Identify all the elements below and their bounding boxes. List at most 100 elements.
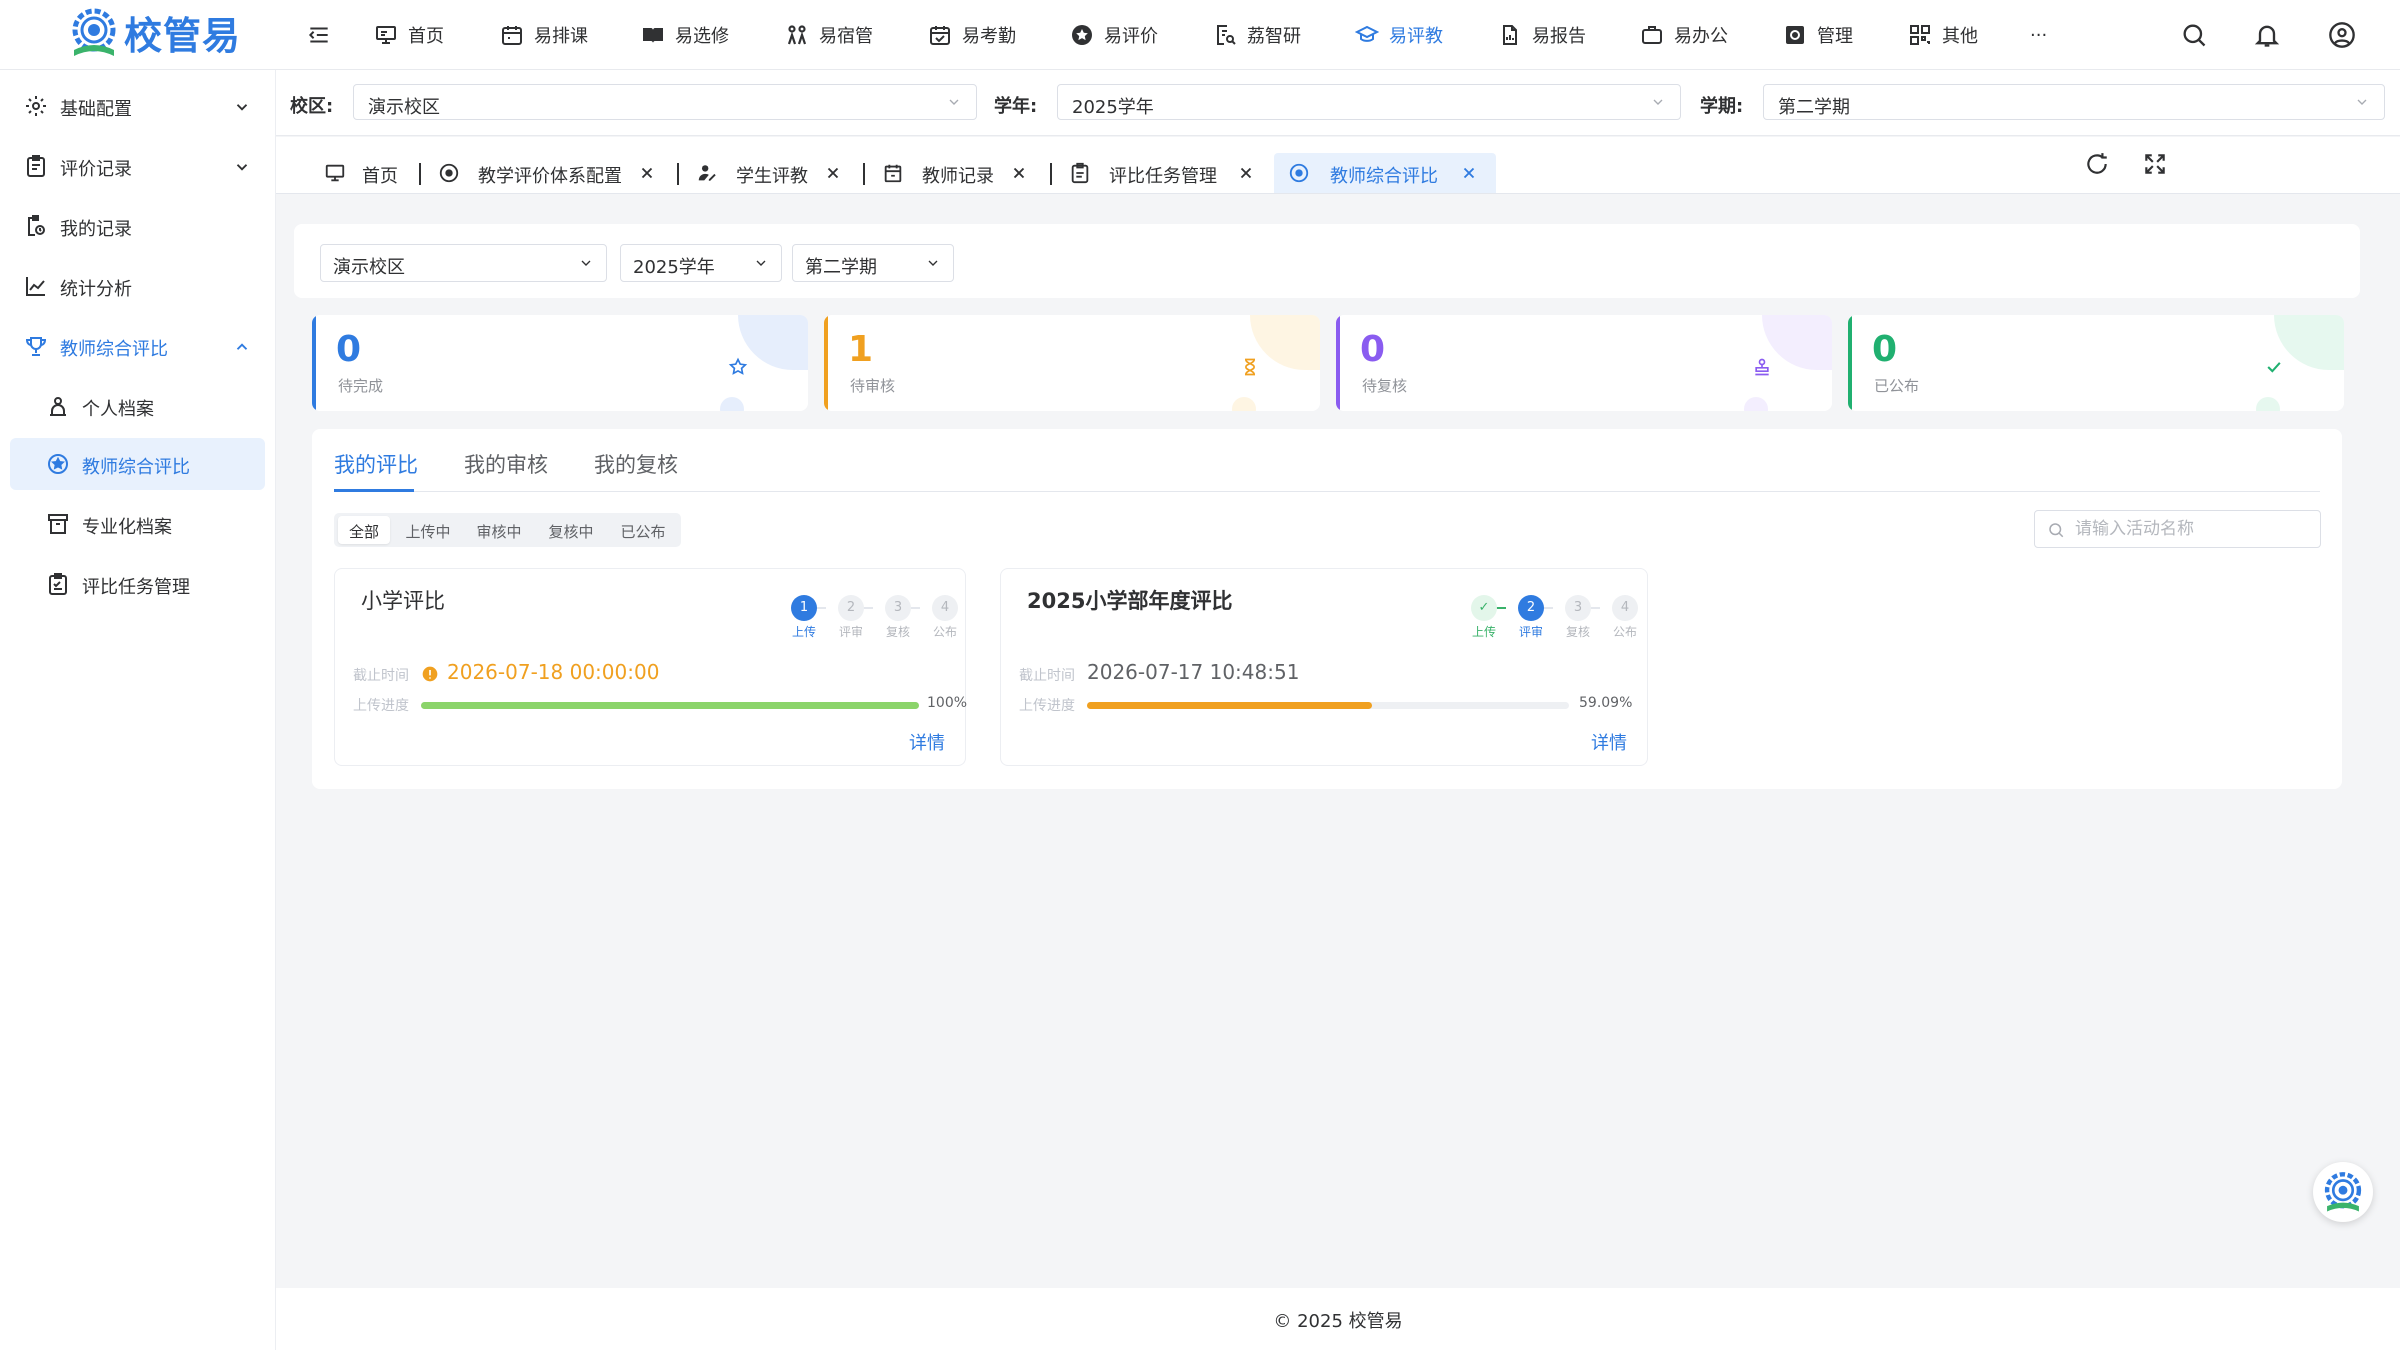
- sidebar-item-label: 个人档案: [82, 399, 154, 420]
- term-label: 学期:: [1700, 96, 1744, 117]
- topnav-home[interactable]: 首页: [374, 0, 444, 70]
- sidebar-item-statistics[interactable]: 统计分析: [10, 260, 265, 312]
- step-label: 公布: [932, 625, 957, 639]
- topnav-label: 易选修: [675, 26, 729, 47]
- tab-student-eval[interactable]: 学生评教: [696, 153, 846, 193]
- topnav-label: 易办公: [1674, 26, 1728, 47]
- topnav-report[interactable]: 易报告: [1498, 0, 1586, 70]
- more-label: ···: [2030, 24, 2048, 46]
- status-filter-rechecking[interactable]: 复核中: [537, 516, 605, 544]
- tab-my-review[interactable]: 我的审核: [464, 449, 548, 479]
- gear-icon: [26, 96, 46, 116]
- tab-my-recheck[interactable]: 我的复核: [594, 449, 678, 479]
- sidebar-item-task-manage[interactable]: 评比任务管理: [10, 558, 265, 610]
- record-icon: [28, 215, 45, 236]
- warning-icon: [422, 666, 438, 682]
- close-icon[interactable]: [1010, 164, 1028, 182]
- sidebar-item-basic-config[interactable]: 基础配置: [10, 80, 265, 132]
- search-icon[interactable]: [2180, 21, 2208, 49]
- status-filter-uploading[interactable]: 上传中: [394, 516, 462, 544]
- topnav-more[interactable]: ···: [2030, 0, 2047, 70]
- star-circle-icon: [48, 454, 68, 474]
- campus-select[interactable]: 演示校区: [353, 84, 977, 120]
- topnav-dorm[interactable]: 易宿管: [785, 0, 873, 70]
- tabs-divider: [334, 491, 2320, 492]
- stat-card-published[interactable]: 0 已公布: [1848, 315, 2344, 411]
- tab-label: 评比任务管理: [1109, 166, 1217, 187]
- topnav-office[interactable]: 易办公: [1640, 0, 1728, 70]
- tab-eval-system-config[interactable]: 教学评价体系配置: [438, 153, 660, 193]
- topnav-elective[interactable]: 易选修: [641, 0, 729, 70]
- close-icon[interactable]: [824, 164, 842, 182]
- term-select[interactable]: 第二学期: [1763, 84, 2385, 120]
- tab-teacher-records[interactable]: 教师记录: [882, 153, 1032, 193]
- fullscreen-icon[interactable]: [2142, 151, 2168, 177]
- task-icon: [1071, 162, 1089, 184]
- graduation-cap-icon: [1355, 25, 1379, 42]
- detail-link[interactable]: 详情: [1591, 729, 1627, 755]
- tab-my-compare[interactable]: 我的评比: [334, 449, 418, 479]
- content-year-select[interactable]: 2025学年: [620, 244, 782, 282]
- topnav-label: 易报告: [1532, 26, 1586, 47]
- deadline-label: 截止时间: [1019, 668, 1075, 684]
- clipboard-icon: [27, 155, 45, 177]
- close-icon[interactable]: [638, 164, 656, 182]
- star-badge-icon: [1072, 25, 1092, 45]
- activity-search-input[interactable]: [2075, 517, 2310, 541]
- app-logo[interactable]: 校管易: [68, 4, 241, 60]
- topnav-teach-eval[interactable]: 易评教: [1355, 0, 1443, 70]
- stat-card-pending[interactable]: 0 待完成: [312, 315, 808, 411]
- refresh-icon[interactable]: [2084, 151, 2110, 177]
- user-avatar-icon[interactable]: [2328, 21, 2356, 49]
- sidebar-item-my-records[interactable]: 我的记录: [10, 200, 265, 252]
- detail-link[interactable]: 详情: [909, 729, 945, 755]
- tab-label: 首页: [362, 166, 398, 187]
- topnav-other[interactable]: 其他: [1908, 0, 1978, 70]
- status-filter-segmented: 全部 上传中 审核中 复核中 已公布: [334, 513, 681, 547]
- topnav-label: 易考勤: [962, 26, 1016, 47]
- topnav-research[interactable]: 荔智研: [1213, 0, 1301, 70]
- tab-task-manage[interactable]: 评比任务管理: [1069, 153, 1259, 193]
- bell-icon[interactable]: [2253, 21, 2281, 49]
- tab-teacher-compare[interactable]: 教师综合评比: [1274, 153, 1496, 193]
- content-term-select[interactable]: 第二学期: [792, 244, 954, 282]
- step-label: 上传: [1471, 625, 1496, 639]
- status-filter-all[interactable]: 全部: [338, 516, 390, 544]
- chevron-down-icon: [581, 260, 591, 266]
- topnav-manage[interactable]: 管理: [1783, 0, 1853, 70]
- chevron-down-icon: [236, 104, 248, 111]
- sidebar-item-eval-records[interactable]: 评价记录: [10, 140, 265, 192]
- sidebar-item-personal-file[interactable]: 个人档案: [10, 380, 265, 432]
- collapse-sidebar-icon[interactable]: [306, 22, 332, 48]
- tab-separator: [863, 163, 865, 185]
- search-icon: [2049, 523, 2064, 538]
- stat-card-recheck[interactable]: 0 待复核: [1336, 315, 1832, 411]
- compare-card[interactable]: 小学评比 1 上传 2 评审 3 复核 4 公布 截止时间 2026-07-18…: [334, 568, 967, 766]
- compare-card[interactable]: 2025小学部年度评比 ✓ 上传 2 评审 3 复核 4 公布 截止时间 202…: [1000, 568, 1648, 766]
- year-select[interactable]: 2025学年: [1057, 84, 1681, 120]
- stat-card-review[interactable]: 1 待审核: [824, 315, 1320, 411]
- topnav-evaluate[interactable]: 易评价: [1070, 0, 1158, 70]
- topnav-label: 易评价: [1104, 26, 1158, 47]
- close-icon[interactable]: [1237, 164, 1255, 182]
- close-icon[interactable]: [1460, 164, 1478, 182]
- stat-value: 0: [1872, 329, 1898, 370]
- sidebar-item-teacher-compare-page[interactable]: 教师综合评比: [10, 438, 265, 490]
- campus-label: 校区:: [290, 96, 334, 117]
- research-icon: [1217, 25, 1236, 45]
- content-year-value: 2025学年: [633, 257, 715, 278]
- assistant-float-button[interactable]: [2313, 1162, 2373, 1222]
- topnav-attendance[interactable]: 易考勤: [928, 0, 1016, 70]
- sidebar-item-professional-file[interactable]: 专业化档案: [10, 498, 265, 550]
- content-campus-select[interactable]: 演示校区: [320, 244, 607, 282]
- tab-home[interactable]: 首页: [324, 153, 404, 193]
- term-select-value: 第二学期: [1778, 97, 1850, 118]
- topnav-schedule[interactable]: 易排课: [500, 0, 588, 70]
- status-filter-published[interactable]: 已公布: [609, 516, 677, 544]
- page-tabs-bar: 首页 教学评价体系配置 学生评教 教师记录 评比任务管理 教师综合评比: [276, 137, 2400, 194]
- person-icon: [50, 397, 66, 416]
- year-label: 学年:: [994, 96, 1038, 117]
- status-filter-reviewing[interactable]: 审核中: [465, 516, 533, 544]
- chevron-down-icon: [949, 99, 959, 105]
- sidebar-item-teacher-compare[interactable]: 教师综合评比: [10, 320, 265, 372]
